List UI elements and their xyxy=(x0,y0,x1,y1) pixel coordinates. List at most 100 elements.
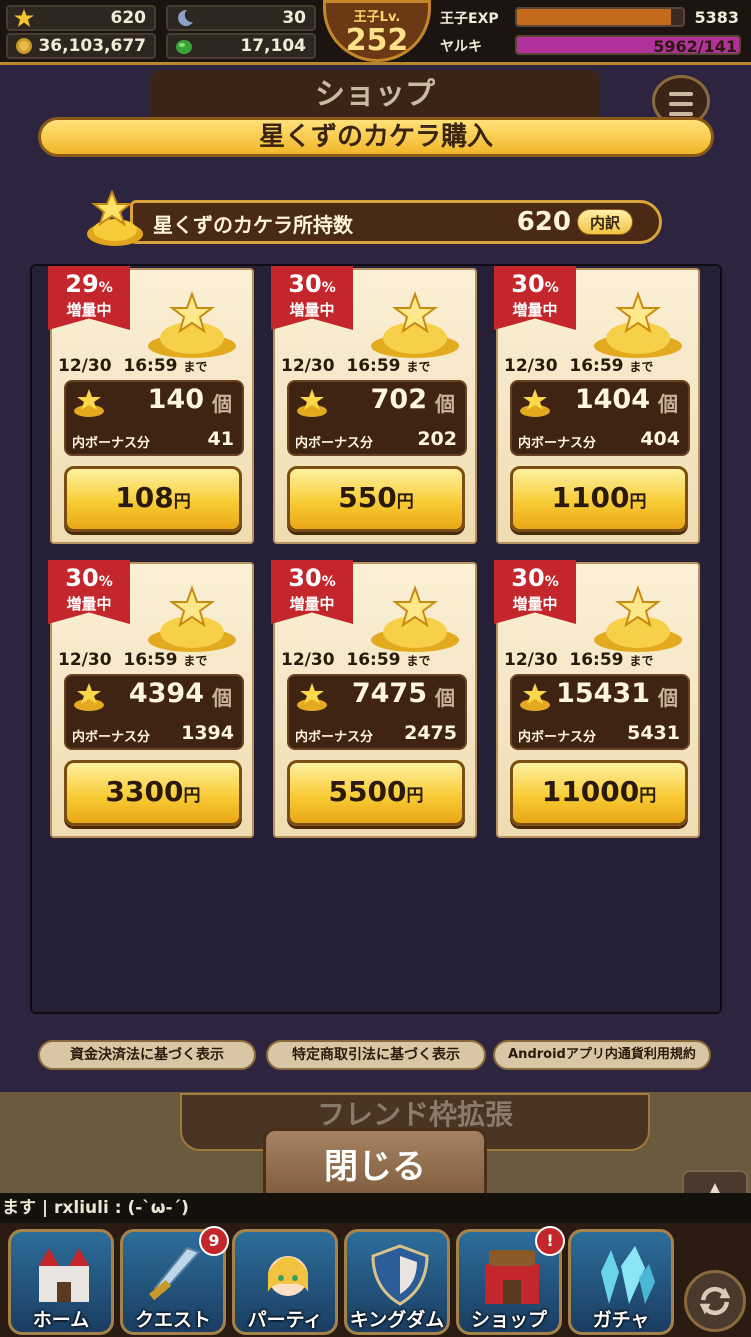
amount-box: 1404 個 内ボーナス分 404 xyxy=(510,380,690,456)
buy-button[interactable]: 11000円 xyxy=(510,760,688,826)
product-card: 30% 増量中 12/30 16:59 まで 7475 個 内ボーナス分 247… xyxy=(271,560,477,838)
deadline-time: 16:59 xyxy=(569,356,624,376)
amount-unit: 個 xyxy=(658,392,678,416)
percent-sign: % xyxy=(98,280,113,296)
notification-badge: 9 xyxy=(199,1226,229,1256)
crystal-icon xyxy=(601,1246,655,1304)
deadline-time: 16:59 xyxy=(123,356,178,376)
refresh-button[interactable] xyxy=(684,1270,746,1332)
bonus-percent-value: 29 xyxy=(65,270,99,298)
product-card: 30% 増量中 12/30 16:59 まで 15431 個 内ボーナス分 54… xyxy=(494,560,700,838)
nav-crystal[interactable]: ガチャ xyxy=(568,1229,674,1335)
bonus-ribbon: 30% 増量中 xyxy=(494,266,576,330)
holding-bar: 星くずのカケラ所持数 620 内訳 xyxy=(130,200,662,244)
percent-sign: % xyxy=(544,280,559,296)
prince-level-badge: 王子Lv. 252 xyxy=(323,0,431,62)
bonus-ribbon: 30% 増量中 xyxy=(48,560,130,624)
buy-button[interactable]: 3300円 xyxy=(64,760,242,826)
commercial-transactions-link[interactable]: 特定商取引法に基づく表示 xyxy=(266,1040,486,1070)
bonus-percent-value: 30 xyxy=(288,270,322,298)
stardust-icon xyxy=(74,389,104,417)
nav-label: キングダム xyxy=(349,1309,445,1331)
star-counter: 620 xyxy=(6,5,156,31)
bonus-percent: 30% xyxy=(271,270,353,302)
chat-ticker: ます | rxliuli : (-`ω-´) xyxy=(0,1193,751,1223)
amount-box: 15431 個 内ボーナス分 5431 xyxy=(510,674,690,750)
nav-label: ホーム xyxy=(32,1309,90,1331)
holding-label: 星くずのカケラ所持数 xyxy=(153,213,353,237)
increase-tag: 増量中 xyxy=(289,301,335,319)
shield-icon xyxy=(371,1244,429,1306)
deadline-suffix: まで xyxy=(183,654,208,668)
status-bar: 620 30 36,103,677 17,104 王子Lv. 252 王子EXP… xyxy=(0,0,751,62)
amount-unit: 個 xyxy=(212,392,232,416)
product-card: 29% 増量中 12/30 16:59 まで 140 個 内ボーナス分 41 1… xyxy=(48,266,254,544)
amount-box: 7475 個 内ボーナス分 2475 xyxy=(287,674,467,750)
product-card: 30% 増量中 12/30 16:59 まで 1404 個 内ボーナス分 404… xyxy=(494,266,700,544)
bonus-ribbon: 29% 増量中 xyxy=(48,266,130,330)
buy-button[interactable]: 108円 xyxy=(64,466,242,532)
breakdown-button[interactable]: 内訳 xyxy=(577,209,633,235)
sale-deadline: 12/30 16:59 まで xyxy=(504,356,694,376)
stardust-bag-icon xyxy=(594,585,682,652)
deadline-suffix: まで xyxy=(406,654,431,668)
sale-deadline: 12/30 16:59 まで xyxy=(504,650,694,670)
gem-counter: 17,104 xyxy=(166,33,316,59)
deadline-date: 12/30 xyxy=(504,356,558,376)
increase-tag: 増量中 xyxy=(512,595,558,613)
stardust-bag-icon xyxy=(371,291,459,358)
price-value: 1100 xyxy=(551,481,630,514)
nav-princess[interactable]: パーティ xyxy=(232,1229,338,1335)
nav-shop[interactable]: ショップ! xyxy=(456,1226,565,1335)
moon-counter: 30 xyxy=(166,5,316,31)
buy-button[interactable]: 550円 xyxy=(287,466,465,532)
nav-castle[interactable]: ホーム xyxy=(8,1229,114,1335)
nav-label: ガチャ xyxy=(592,1309,650,1331)
bonus-amount: 1394 xyxy=(181,722,234,744)
amount-unit: 個 xyxy=(658,686,678,710)
increase-tag: 増量中 xyxy=(66,595,112,613)
nav-label: パーティ xyxy=(247,1309,323,1331)
bonus-percent: 30% xyxy=(271,564,353,596)
stardust-amount: 15431 xyxy=(556,678,650,709)
currency-label: 円 xyxy=(183,786,201,806)
hamburger-line xyxy=(669,112,693,116)
stardust-amount: 1404 xyxy=(574,384,650,415)
shop-icon xyxy=(485,1250,539,1304)
page-title: 星くずのカケラ購入 xyxy=(38,117,714,157)
currency-terms-link[interactable]: Androidアプリ内通貨利用規約 xyxy=(493,1040,711,1070)
stardust-icon xyxy=(297,683,327,711)
price-value: 11000 xyxy=(541,775,640,808)
bonus-percent: 30% xyxy=(494,564,576,596)
deadline-suffix: まで xyxy=(629,360,654,374)
bonus-percent: 30% xyxy=(494,270,576,302)
bonus-ribbon: 30% 増量中 xyxy=(271,266,353,330)
deadline-time: 16:59 xyxy=(346,650,401,670)
stardust-bag-icon xyxy=(371,585,459,652)
sale-deadline: 12/30 16:59 まで xyxy=(58,356,248,376)
bonus-amount: 41 xyxy=(207,428,234,450)
exp-bar xyxy=(515,7,685,27)
payment-act-link[interactable]: 資金決済法に基づく表示 xyxy=(38,1040,256,1070)
sale-deadline: 12/30 16:59 まで xyxy=(281,356,471,376)
coin-icon xyxy=(16,38,32,54)
nav-sword[interactable]: クエスト 9 xyxy=(120,1226,229,1335)
bonus-percent-value: 30 xyxy=(511,564,545,592)
bonus-ribbon: 30% 増量中 xyxy=(271,560,353,624)
stardust-icon xyxy=(520,683,550,711)
deadline-suffix: まで xyxy=(183,360,208,374)
increase-tag: 増量中 xyxy=(289,595,335,613)
nav-shield[interactable]: キングダム xyxy=(344,1229,450,1335)
percent-sign: % xyxy=(321,280,336,296)
stardust-icon xyxy=(297,389,327,417)
price-value: 3300 xyxy=(105,775,184,808)
princess-icon xyxy=(268,1256,308,1296)
stardust-bag-icon xyxy=(148,291,236,358)
bonus-label: 内ボーナス分 xyxy=(72,436,151,451)
stardust-amount: 4394 xyxy=(128,678,204,709)
exp-value: 5383 xyxy=(694,8,739,27)
buy-button[interactable]: 5500円 xyxy=(287,760,465,826)
shop-tab-title: ショップ xyxy=(150,70,600,120)
hamburger-icon xyxy=(669,92,693,96)
buy-button[interactable]: 1100円 xyxy=(510,466,688,532)
